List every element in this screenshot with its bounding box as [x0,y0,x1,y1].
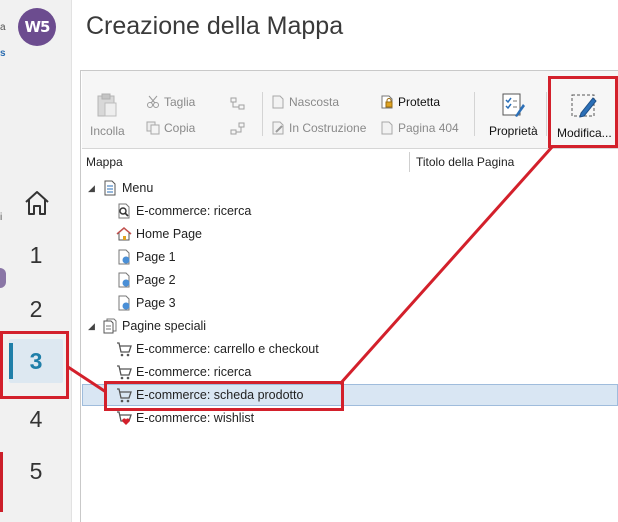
properties-button[interactable]: Proprietà [489,92,538,138]
annotation-step-3 [0,331,69,399]
toolbar-separator [546,92,547,136]
tree-item[interactable]: E-commerce: ricerca [82,361,618,383]
annotation-edit-button [548,76,618,148]
copy-button[interactable]: Copia [146,121,195,135]
page-icon [118,295,130,311]
hidden-label: Nascosta [289,95,340,109]
special-pages-icon [103,318,117,334]
tree-node-special-pages[interactable]: ◢ Pagine speciali [82,315,618,337]
properties-label: Proprietà [489,124,538,138]
page404-button[interactable]: Pagina 404 [380,121,459,135]
tree-item-label: E-commerce: ricerca [136,204,252,218]
tree-item[interactable]: Page 1 [82,246,618,268]
annotation-selected-item [104,381,344,411]
protected-label: Protetta [398,95,441,109]
cart-search-icon [117,365,132,380]
app-logo: W5 [18,8,56,46]
tree-item-label: Page 2 [136,273,176,287]
edge-text-fragment: a [0,22,6,33]
home-icon[interactable] [22,188,52,218]
tree-node-label: Pagine speciali [122,319,207,333]
page-404-icon [381,121,393,135]
search-page-icon [118,203,130,219]
menu-tree-icon [104,180,116,196]
clipboard-icon [97,93,117,117]
construction-page-icon [272,121,284,135]
step-5[interactable]: 5 [0,458,72,485]
under-construction-label: In Costruzione [289,121,367,135]
tree-item-label: E-commerce: carrello e checkout [136,342,319,356]
page404-label: Pagina 404 [398,121,459,135]
column-map[interactable]: Mappa [86,155,123,169]
protected-button[interactable]: Protetta [380,95,440,109]
copy-label: Copia [164,121,196,135]
page-icon [118,272,130,288]
scissors-icon [147,95,159,108]
tree-item[interactable]: E-commerce: carrello e checkout [82,338,618,360]
tree-item[interactable]: Home Page [82,223,618,245]
home-page-icon [116,227,132,241]
cart-icon [117,342,132,357]
paste-button[interactable]: Incolla [90,92,125,138]
edge-text-fragment: s [0,48,6,59]
tree-item-label: E-commerce: ricerca [136,365,252,379]
cut-label: Taglia [164,95,196,109]
tree-node-label: Menu [122,181,154,195]
under-construction-button[interactable]: In Costruzione [271,121,366,135]
tree-item[interactable]: Page 3 [82,292,618,314]
paste-label: Incolla [90,124,125,138]
step-4[interactable]: 4 [0,406,72,433]
tree-item-label: E-commerce: wishlist [136,411,255,425]
lock-page-icon [381,95,393,109]
hidden-button[interactable]: Nascosta [271,95,339,109]
tree-item-label: Home Page [136,227,203,241]
tree-item[interactable]: E-commerce: ricerca [82,200,618,222]
step-1[interactable]: 1 [0,242,72,269]
tree-item-label: Page 3 [136,296,176,310]
indent-icon[interactable] [230,97,246,111]
cart-wishlist-icon [117,411,132,425]
column-divider[interactable] [409,152,410,172]
toolbar-separator [262,92,263,136]
collapse-caret-icon[interactable]: ◢ [88,183,98,194]
edge-avatar-fragment [0,268,6,288]
edge-text-fragment: i [0,212,3,223]
toolbar-separator [474,92,475,136]
properties-icon [502,93,526,117]
outdent-icon[interactable] [230,122,246,136]
page-icon [118,249,130,265]
column-page-title[interactable]: Titolo della Pagina [416,155,514,169]
collapse-caret-icon[interactable]: ◢ [88,321,98,332]
tree-node-menu[interactable]: ◢ Menu [82,177,618,199]
tree-item-label: Page 1 [136,250,176,264]
column-header: Mappa Titolo della Pagina [82,152,618,172]
step-sidebar: W5 a s i 1 2 3 4 5 [0,0,72,522]
step-2[interactable]: 2 [0,296,72,323]
cut-button[interactable]: Taglia [146,95,195,109]
hidden-page-icon [272,95,284,109]
copy-icon [146,121,160,135]
tree-item[interactable]: Page 2 [82,269,618,291]
page-title: Creazione della Mappa [86,12,344,40]
